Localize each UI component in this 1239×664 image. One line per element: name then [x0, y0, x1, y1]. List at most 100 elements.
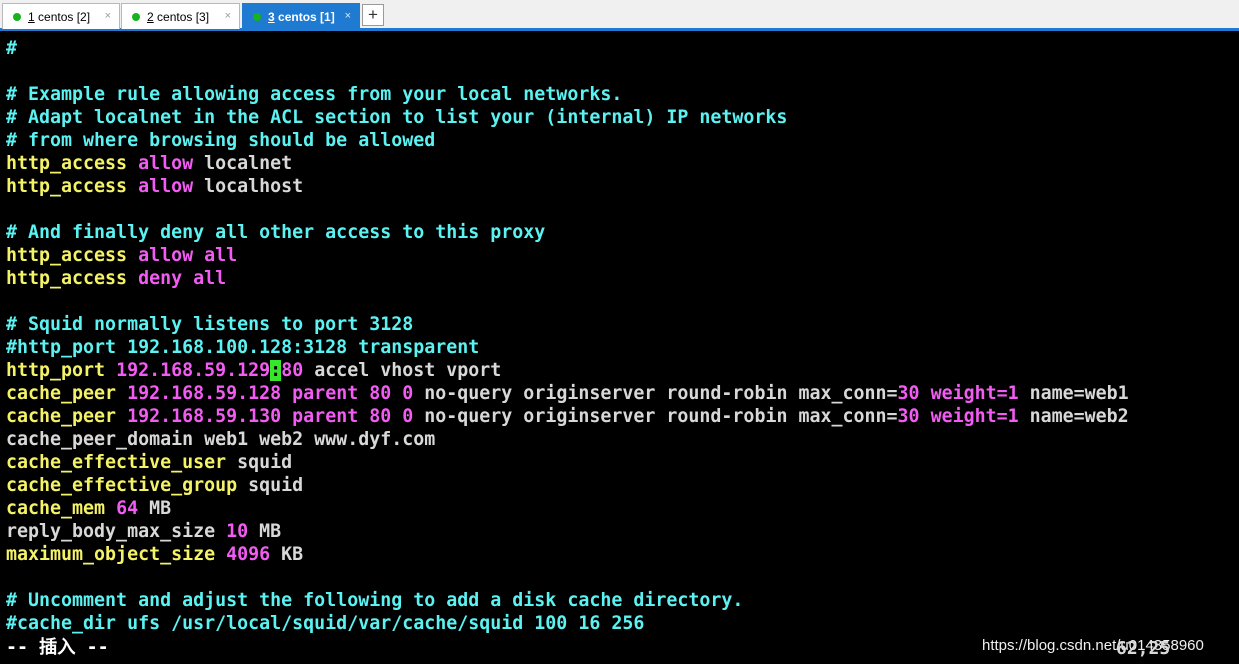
- tab-label: 1 centos [2]: [28, 10, 91, 24]
- terminal-window: 1 centos [2] × 2 centos [3] × 3 centos […: [0, 0, 1239, 664]
- token-kw: 10: [226, 521, 249, 542]
- editor-line: cache_peer 192.168.59.128 parent 80 0 no…: [6, 382, 1129, 405]
- token-kw: 80: [281, 360, 304, 381]
- token-comment: # Uncomment and adjust the following to …: [6, 590, 744, 611]
- token-plain: KB: [270, 544, 304, 565]
- editor-line: http_port 192.168.59.129:80 accel vhost …: [6, 359, 501, 382]
- session-tab-bar: 1 centos [2] × 2 centos [3] × 3 centos […: [0, 0, 1239, 31]
- token-key: http_port: [6, 360, 106, 381]
- token-plain: cache_peer_domain web1 web2 www.dyf.com: [6, 429, 436, 450]
- token-plain: localhost: [193, 176, 304, 197]
- token-comment: #: [6, 38, 18, 59]
- editor-line: # Adapt localnet in the ACL section to l…: [6, 106, 787, 129]
- token-comment: # Example rule allowing access from your…: [6, 84, 623, 105]
- token-kw: 30: [897, 406, 920, 427]
- token-plain: localnet: [193, 153, 293, 174]
- token-kw: 30: [897, 383, 920, 404]
- token-plain: squid: [226, 452, 293, 473]
- token-kw: deny all: [138, 268, 227, 289]
- close-tab-icon[interactable]: ×: [345, 10, 351, 22]
- editor-line: cache_effective_user squid: [6, 451, 292, 474]
- editor-line: # from where browsing should be allowed: [6, 129, 435, 152]
- token-key: maximum_object_size: [6, 544, 216, 565]
- connected-status-icon: [132, 13, 140, 21]
- token-kw: allow all: [138, 245, 238, 266]
- tab-centos-3[interactable]: 2 centos [3] ×: [121, 3, 240, 29]
- editor-line: # And finally deny all other access to t…: [6, 221, 545, 244]
- token-plain: MB: [138, 498, 172, 519]
- token-kw: allow: [138, 176, 194, 197]
- connected-status-icon: [253, 13, 261, 21]
- editor-line: cache_mem 64 MB: [6, 497, 171, 520]
- token-key: cache_peer: [6, 383, 117, 404]
- token-comment: #http_port 192.168.100.128:3128 transpar…: [6, 337, 480, 358]
- token-comment: # Adapt localnet in the ACL section to l…: [6, 107, 788, 128]
- token-kw: 4096: [226, 544, 271, 565]
- editor-line: #cache_dir ufs /usr/local/squid/var/cach…: [6, 612, 644, 635]
- token-plain: name=web2: [1018, 406, 1129, 427]
- tab-centos-1[interactable]: 3 centos [1] ×: [242, 3, 360, 29]
- token-kw: 192.168.59.129: [116, 360, 271, 381]
- token-comment: # Squid normally listens to port 3128: [6, 314, 414, 335]
- editor-line: #: [6, 37, 17, 60]
- token-key: http_access: [6, 268, 128, 289]
- token-kw: 192.168.59.130 parent 80 0: [127, 406, 414, 427]
- editor-line: #http_port 192.168.100.128:3128 transpar…: [6, 336, 479, 359]
- token-plain: MB: [248, 521, 282, 542]
- vim-mode-indicator: -- 插入 --: [6, 637, 109, 658]
- editor-line: cache_peer_domain web1 web2 www.dyf.com: [6, 428, 435, 451]
- token-key: http_access: [6, 245, 128, 266]
- token-kw: weight=1: [930, 406, 1019, 427]
- tab-centos-2[interactable]: 1 centos [2] ×: [2, 3, 120, 29]
- editor-line: reply_body_max_size 10 MB: [6, 520, 281, 543]
- tab-label: 3 centos [1]: [268, 10, 335, 24]
- editor-line: http_access allow localhost: [6, 175, 303, 198]
- vim-editor-area[interactable]: -- 插入 -- https://blog.csdn.net/u01435896…: [0, 36, 1239, 664]
- token-plain: reply_body_max_size: [6, 521, 227, 542]
- token-comment: #cache_dir ufs /usr/local/squid/var/cach…: [6, 613, 645, 634]
- connected-status-icon: [13, 13, 21, 21]
- editor-line: maximum_object_size 4096 KB: [6, 543, 303, 566]
- token-key: cache_peer: [6, 406, 117, 427]
- token-key: cache_effective_group: [6, 475, 238, 496]
- text-cursor: :: [270, 360, 282, 381]
- token-key: cache_mem: [6, 498, 106, 519]
- token-key: http_access: [6, 176, 128, 197]
- token-comment: # And finally deny all other access to t…: [6, 222, 546, 243]
- editor-line: # Uncomment and adjust the following to …: [6, 589, 743, 612]
- close-tab-icon[interactable]: ×: [105, 10, 111, 22]
- token-kw: weight=1: [930, 383, 1019, 404]
- editor-line: cache_effective_group squid: [6, 474, 303, 497]
- token-kw: 64: [116, 498, 139, 519]
- token-comment: # from where browsing should be allowed: [6, 130, 436, 151]
- token-plain: no-query originserver round-robin max_co…: [413, 406, 898, 427]
- new-tab-button[interactable]: +: [362, 4, 384, 26]
- cursor-position: 62,25: [1116, 638, 1171, 659]
- token-kw: 192.168.59.128 parent 80 0: [127, 383, 414, 404]
- editor-line: # Example rule allowing access from your…: [6, 83, 622, 106]
- token-kw: allow: [138, 153, 194, 174]
- editor-line: http_access allow localnet: [6, 152, 292, 175]
- editor-line: cache_peer 192.168.59.130 parent 80 0 no…: [6, 405, 1129, 428]
- tab-label: 2 centos [3]: [147, 10, 210, 24]
- editor-line: http_access deny all: [6, 267, 226, 290]
- token-plain: accel vhost vport: [303, 360, 502, 381]
- watermark: https://blog.csdn.net/u014358960: [982, 637, 1204, 654]
- token-key: http_access: [6, 153, 128, 174]
- token-plain: name=web1: [1018, 383, 1129, 404]
- close-tab-icon[interactable]: ×: [225, 10, 231, 22]
- editor-line: # Squid normally listens to port 3128: [6, 313, 413, 336]
- editor-line: http_access allow all: [6, 244, 237, 267]
- token-plain: no-query originserver round-robin max_co…: [413, 383, 898, 404]
- token-plain: squid: [237, 475, 304, 496]
